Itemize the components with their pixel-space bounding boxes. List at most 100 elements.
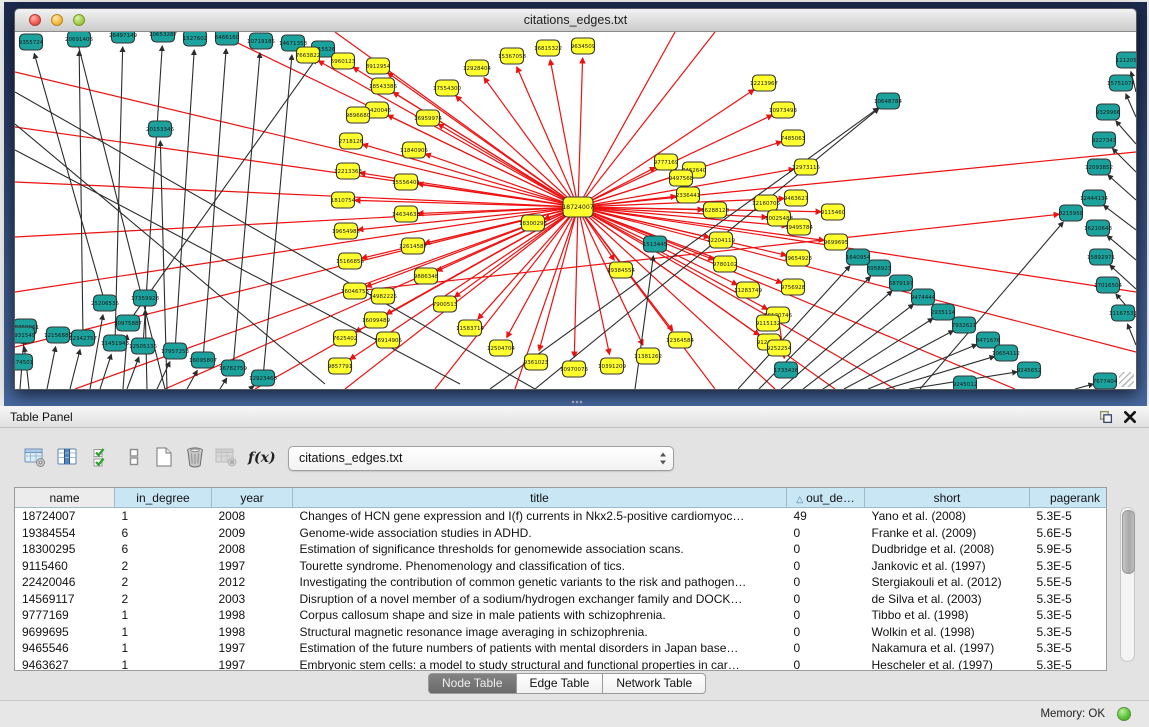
delete-table-icon[interactable] (214, 445, 240, 471)
table-row[interactable]: 2242004622012Investigating the contribut… (15, 574, 1107, 591)
graph-node[interactable]: 10648784 (874, 93, 902, 109)
graph-node[interactable]: 10719185 (247, 33, 275, 49)
graph-node[interactable]: 12160706 (752, 195, 780, 211)
graph-node[interactable]: 12213363 (334, 163, 362, 179)
graph-node[interactable]: 1527602 (183, 32, 208, 46)
graph-node[interactable]: 9245012 (953, 376, 978, 389)
graph-node[interactable]: 9931549 (15, 327, 36, 343)
node-table[interactable]: namein_degreeyeartitle△out_de…shortpager… (14, 487, 1107, 671)
graph-node[interactable]: 15892971 (1087, 249, 1115, 265)
graph-node[interactable]: 9497568 (669, 170, 694, 186)
column-header-in_degree[interactable]: in_degree (115, 488, 212, 508)
graph-node[interactable]: 5960123 (331, 53, 356, 69)
graph-node[interactable]: 20691406 (65, 32, 93, 47)
graph-node[interactable]: 16815322 (534, 40, 562, 56)
graph-node[interactable]: 12504704 (487, 340, 515, 356)
graph-node[interactable]: 11451943 (101, 335, 129, 351)
graph-node[interactable]: 26497149 (109, 32, 137, 43)
graph-node[interactable]: 15556401 (392, 174, 420, 190)
table-selector-combo[interactable]: citations_edges.txt (288, 446, 674, 471)
graph-node[interactable]: 1640954 (846, 249, 871, 265)
graph-node[interactable]: 9463627 (784, 190, 809, 206)
graph-node[interactable]: 11167531 (1109, 305, 1136, 321)
graph-node[interactable]: 9857791 (328, 358, 353, 374)
graph-node[interactable]: 12364584 (666, 332, 694, 348)
graph-node[interactable]: 19654923 (784, 250, 812, 266)
graph-node[interactable]: 11381262 (634, 348, 662, 364)
table-row[interactable]: 1830029562008Estimation of significance … (15, 541, 1107, 558)
graph-node[interactable]: 9252254 (767, 340, 792, 356)
float-window-icon[interactable] (1099, 410, 1113, 424)
graph-node[interactable]: 16046755 (341, 283, 369, 299)
graph-node[interactable]: 1112053 (1116, 52, 1136, 68)
graph-node[interactable]: 18543386 (369, 78, 397, 94)
graph-node[interactable]: 17554300 (433, 80, 461, 96)
close-traffic-light-icon[interactable] (29, 14, 41, 26)
delete-icon[interactable] (183, 445, 209, 471)
graph-node[interactable]: 18300295 (519, 215, 547, 231)
graph-node[interactable]: 7485063 (781, 130, 806, 146)
canvas-resize-grip[interactable] (1119, 372, 1134, 387)
graph-node[interactable]: 1513445 (643, 236, 668, 252)
graph-node[interactable]: 9115460 (821, 204, 846, 220)
graph-node[interactable]: 5574501 (15, 354, 33, 370)
table-row[interactable]: 946362711997Embryonic stem cells: a mode… (15, 657, 1107, 672)
graph-node[interactable]: 2718126 (339, 133, 364, 149)
graph-node[interactable]: 15751074 (1107, 75, 1135, 91)
graph-node[interactable]: 1810754 (331, 192, 356, 208)
graph-node[interactable]: 20153346 (146, 121, 174, 137)
column-header-short[interactable]: short (865, 488, 1030, 508)
table-row[interactable]: 977716911998Corpus callosum shape and si… (15, 607, 1107, 624)
table-row[interactable]: 969969511998Structural magnetic resonanc… (15, 624, 1107, 641)
table-scrollbar[interactable] (1120, 507, 1135, 662)
graph-node[interactable]: 6879197 (889, 275, 914, 291)
column-header-title[interactable]: title (293, 488, 787, 508)
network-window-titlebar[interactable]: citations_edges.txt (15, 9, 1136, 32)
tab-node-table[interactable]: Node Table (428, 673, 517, 694)
graph-node[interactable]: 9115132 (756, 315, 781, 331)
graph-node[interactable]: 11583714 (456, 320, 484, 336)
graph-node[interactable]: 16959974 (414, 110, 442, 126)
graph-node[interactable]: 16914905 (374, 332, 402, 348)
network-view-window[interactable]: citations_edges.txt 9355724 20691406 26497… (14, 8, 1137, 390)
graph-node[interactable]: 9329966 (1096, 104, 1121, 120)
graph-node[interactable]: 12342757 (69, 330, 97, 346)
graph-node[interactable]: 7932621 (952, 317, 977, 333)
graph-node[interactable]: 15166855 (336, 253, 364, 269)
graph-node[interactable]: 16099489 (362, 312, 390, 328)
graph-node[interactable]: 8912954 (366, 58, 391, 74)
graph-node[interactable]: 7900513 (433, 296, 458, 312)
graph-node[interactable]: 9896680 (346, 107, 371, 123)
graph-node[interactable]: 14634638 (392, 206, 420, 222)
graph-node[interactable]: 16210643 (1084, 220, 1112, 236)
tab-edge-table[interactable]: Edge Table (517, 673, 604, 694)
graph-node[interactable]: 2336441 (676, 187, 701, 203)
column-header-pagerank[interactable]: pagerank (1030, 488, 1108, 508)
graph-node[interactable]: 19384554 (607, 262, 635, 278)
minimize-traffic-light-icon[interactable] (51, 14, 63, 26)
graph-node[interactable]: 11840905 (400, 142, 428, 158)
graph-node[interactable]: 12213967 (750, 75, 778, 91)
graph-node[interactable]: 9361023 (524, 354, 549, 370)
column-header-year[interactable]: year (212, 488, 293, 508)
graph-node[interactable]: 18724007 (562, 197, 594, 217)
graph-node[interactable]: 16095807 (189, 352, 217, 368)
graph-node[interactable]: 9355724 (19, 34, 44, 50)
graph-node[interactable]: 8215958 (1059, 205, 1084, 221)
graph-node[interactable]: 12923468 (249, 370, 277, 386)
graph-node[interactable]: 9777169 (654, 154, 679, 170)
graph-node[interactable]: 7677404 (1093, 373, 1118, 389)
table-row[interactable]: 1938455462009Genome-wide association stu… (15, 525, 1107, 542)
column-header-name[interactable]: name (15, 488, 115, 508)
row-format-icon[interactable] (122, 445, 148, 471)
close-panel-icon[interactable] (1123, 410, 1137, 424)
graph-node[interactable]: 10391209 (598, 358, 626, 374)
graph-node[interactable]: 9245652 (1017, 362, 1042, 378)
show-columns-icon[interactable] (55, 445, 81, 471)
table-settings-icon[interactable] (23, 445, 49, 471)
graph-node[interactable]: 7663822 (296, 47, 321, 63)
graph-node[interactable]: 9634509 (571, 38, 596, 54)
table-row[interactable]: 1872400712008Changes of HCN gene express… (15, 508, 1107, 525)
graph-node[interactable]: 6466160 (215, 32, 240, 45)
graph-node[interactable]: 14982225 (369, 288, 397, 304)
